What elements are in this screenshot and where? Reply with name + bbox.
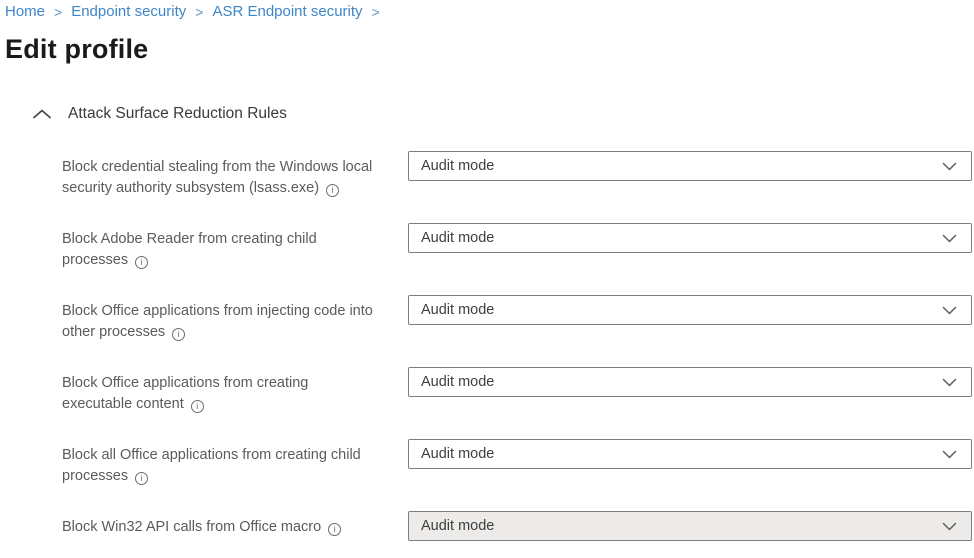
breadcrumb-home[interactable]: Home bbox=[5, 2, 45, 22]
chevron-down-icon bbox=[942, 522, 957, 531]
section-header-asr-rules[interactable]: Attack Surface Reduction Rules bbox=[32, 105, 972, 123]
dropdown-selected-value: Audit mode bbox=[421, 158, 494, 174]
asr-rule-row: Block Adobe Reader from creating child p… bbox=[62, 223, 972, 271]
info-icon[interactable]: i bbox=[172, 328, 185, 341]
dropdown-selected-value: Audit mode bbox=[421, 518, 494, 534]
info-icon[interactable]: i bbox=[328, 523, 341, 536]
chevron-down-icon bbox=[942, 450, 957, 459]
chevron-down-icon bbox=[942, 162, 957, 171]
chevron-up-icon bbox=[32, 108, 52, 120]
rule-mode-dropdown[interactable]: Audit mode bbox=[408, 151, 972, 181]
rule-mode-dropdown[interactable]: Audit mode bbox=[408, 439, 972, 469]
rule-label: Block credential stealing from the Windo… bbox=[62, 151, 408, 199]
asr-rule-row: Block Win32 API calls from Office macroi… bbox=[62, 511, 972, 541]
chevron-down-icon bbox=[942, 378, 957, 387]
rule-mode-dropdown[interactable]: Audit mode bbox=[408, 367, 972, 397]
edit-profile-page: Home > Endpoint security > ASR Endpoint … bbox=[0, 0, 974, 541]
info-icon[interactable]: i bbox=[135, 256, 148, 269]
info-icon[interactable]: i bbox=[326, 184, 339, 197]
breadcrumb-separator: > bbox=[372, 2, 380, 22]
breadcrumb-asr-endpoint-security[interactable]: ASR Endpoint security bbox=[212, 2, 362, 22]
dropdown-selected-value: Audit mode bbox=[421, 302, 494, 318]
chevron-down-icon bbox=[942, 234, 957, 243]
info-icon[interactable]: i bbox=[191, 400, 204, 413]
breadcrumb: Home > Endpoint security > ASR Endpoint … bbox=[5, 2, 972, 22]
dropdown-selected-value: Audit mode bbox=[421, 446, 494, 462]
section-title: Attack Surface Reduction Rules bbox=[68, 105, 287, 123]
rule-mode-dropdown[interactable]: Audit mode bbox=[408, 511, 972, 541]
breadcrumb-endpoint-security[interactable]: Endpoint security bbox=[71, 2, 186, 22]
breadcrumb-separator: > bbox=[195, 2, 203, 22]
page-title: Edit profile bbox=[5, 34, 972, 65]
asr-rule-row: Block credential stealing from the Windo… bbox=[62, 151, 972, 199]
info-icon[interactable]: i bbox=[135, 472, 148, 485]
rule-label: Block Office applications from creating … bbox=[62, 367, 408, 415]
rule-label: Block all Office applications from creat… bbox=[62, 439, 408, 487]
asr-rules-list: Block credential stealing from the Windo… bbox=[62, 151, 972, 541]
asr-rule-row: Block all Office applications from creat… bbox=[62, 439, 972, 487]
asr-rule-row: Block Office applications from injecting… bbox=[62, 295, 972, 343]
rule-mode-dropdown[interactable]: Audit mode bbox=[408, 223, 972, 253]
asr-rule-row: Block Office applications from creating … bbox=[62, 367, 972, 415]
rule-label: Block Adobe Reader from creating child p… bbox=[62, 223, 408, 271]
dropdown-selected-value: Audit mode bbox=[421, 230, 494, 246]
dropdown-selected-value: Audit mode bbox=[421, 374, 494, 390]
chevron-down-icon bbox=[942, 306, 957, 315]
rule-mode-dropdown[interactable]: Audit mode bbox=[408, 295, 972, 325]
rule-label: Block Win32 API calls from Office macroi bbox=[62, 511, 408, 538]
breadcrumb-separator: > bbox=[54, 2, 62, 22]
rule-label: Block Office applications from injecting… bbox=[62, 295, 408, 343]
